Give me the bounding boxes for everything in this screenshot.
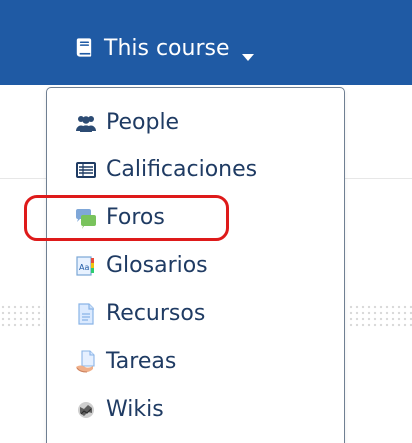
this-course-dropdown-menu: People Calificaciones Foros Aa Glosarios… xyxy=(46,87,345,443)
book-icon xyxy=(72,36,95,60)
menu-item-wikis[interactable]: Wikis xyxy=(47,388,344,432)
assignments-icon xyxy=(74,350,98,374)
people-icon xyxy=(74,111,98,135)
wikis-icon xyxy=(74,398,98,422)
grades-icon xyxy=(74,158,98,182)
caret-down-icon xyxy=(241,44,255,61)
page: This course People Calificaciones Foros … xyxy=(0,0,412,443)
menu-item-recursos-label: Recursos xyxy=(106,301,206,326)
top-navbar: This course xyxy=(0,0,412,85)
menu-item-wikis-label: Wikis xyxy=(106,397,164,422)
forums-icon xyxy=(74,206,98,230)
menu-item-glosarios-label: Glosarios xyxy=(106,253,208,278)
menu-item-foros-label: Foros xyxy=(106,205,165,230)
this-course-label: This course xyxy=(104,35,230,61)
resources-icon xyxy=(74,302,98,326)
this-course-menu-button[interactable]: This course xyxy=(72,34,255,62)
menu-item-calificaciones-label: Calificaciones xyxy=(106,157,258,182)
dotted-separator-left xyxy=(0,304,44,329)
menu-item-recursos[interactable]: Recursos xyxy=(47,292,344,336)
menu-item-tareas-label: Tareas xyxy=(106,349,177,374)
menu-item-people[interactable]: People xyxy=(47,101,344,145)
menu-item-people-label: People xyxy=(106,110,180,135)
menu-item-foros[interactable]: Foros xyxy=(47,196,344,240)
svg-text:Aa: Aa xyxy=(79,263,89,272)
glossary-icon: Aa xyxy=(74,254,98,278)
menu-item-glosarios[interactable]: Aa Glosarios xyxy=(47,244,344,288)
menu-item-calificaciones[interactable]: Calificaciones xyxy=(47,148,344,192)
menu-item-tareas[interactable]: Tareas xyxy=(47,340,344,384)
dotted-separator-right xyxy=(348,304,412,329)
